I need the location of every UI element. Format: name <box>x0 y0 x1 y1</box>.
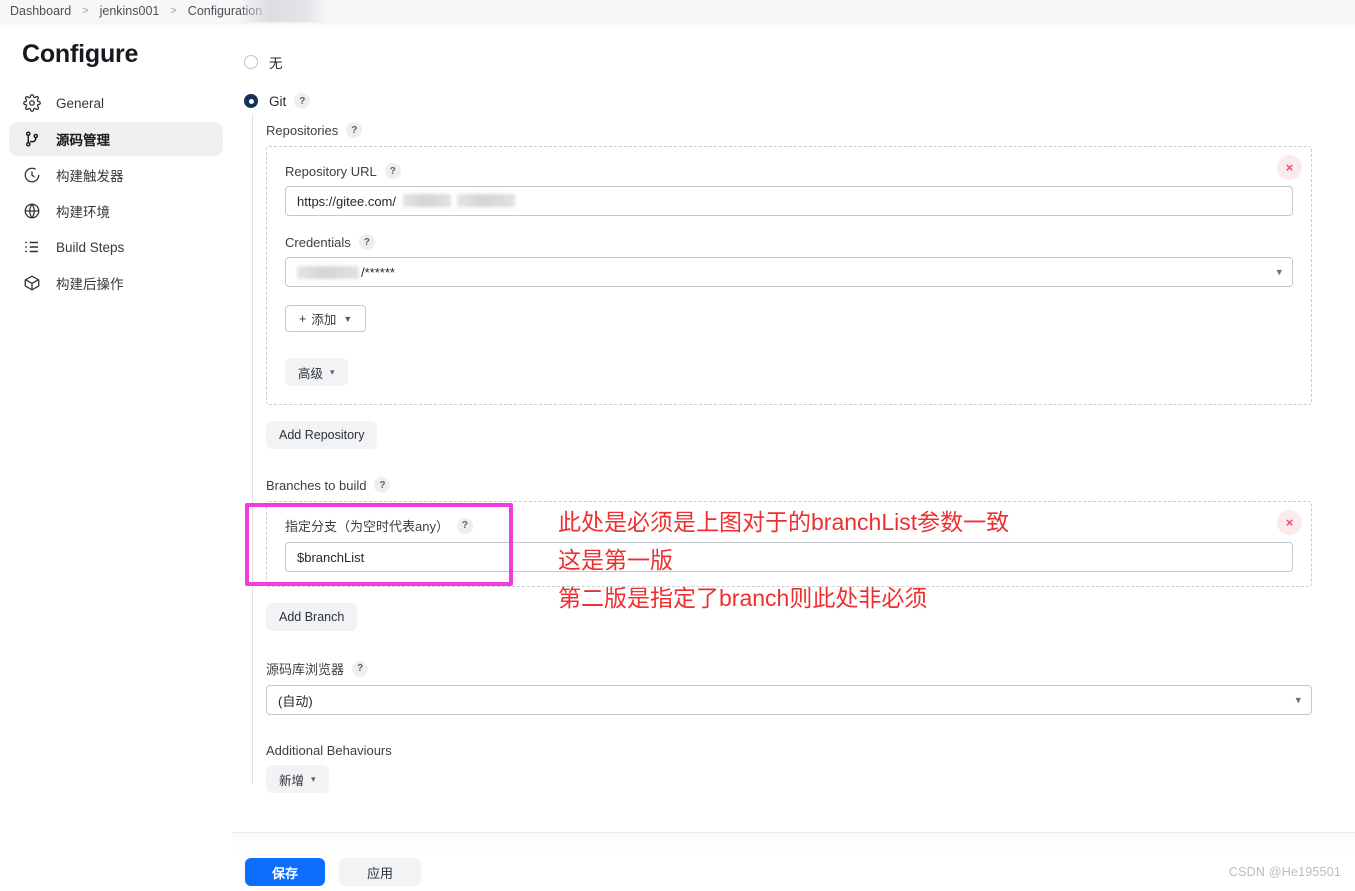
radio-none-icon[interactable] <box>244 55 258 69</box>
breadcrumb-redaction-blur <box>238 0 328 22</box>
sidebar-item-label: 构建环境 <box>56 205 110 220</box>
help-icon-repository-url[interactable]: ? <box>384 163 401 179</box>
credentials-redaction-blur <box>297 265 359 279</box>
page-title: Configure <box>22 40 139 68</box>
clock-icon <box>22 165 42 185</box>
help-icon-browser[interactable]: ? <box>352 660 369 677</box>
chevron-down-icon: ▾ <box>1295 694 1301 707</box>
watermark: CSDN @He195501 <box>1228 865 1341 879</box>
help-icon-branches[interactable]: ? <box>374 477 391 493</box>
breadcrumb-separator: > <box>170 5 177 17</box>
branches-label-row: Branches to build ? <box>266 477 1355 493</box>
repository-url-redaction-blur <box>457 194 515 207</box>
sidebar-item-label: Build Steps <box>56 239 125 255</box>
sidebar-item-build-environment[interactable]: 构建环境 <box>9 194 223 228</box>
chevron-down-icon: ▾ <box>311 773 316 784</box>
radio-git-icon[interactable] <box>244 94 258 108</box>
apply-button[interactable]: 应用 <box>339 858 422 886</box>
git-branch-icon <box>22 129 42 149</box>
help-icon-credentials[interactable]: ? <box>358 234 375 250</box>
repository-panel: × Repository URL ? Credentials ? /******… <box>266 146 1312 405</box>
sidebar-item-post-build-actions[interactable]: 构建后操作 <box>9 266 223 300</box>
additional-behaviours-label: Additional Behaviours <box>266 743 392 758</box>
git-guide-rail <box>252 114 253 784</box>
chevron-down-icon: ▾ <box>330 366 335 377</box>
caret-down-icon: ▼ <box>343 313 353 324</box>
list-icon <box>22 237 42 257</box>
sidebar-item-build-steps[interactable]: Build Steps <box>9 230 223 264</box>
package-icon <box>22 273 42 293</box>
globe-icon <box>22 201 42 221</box>
sidebar-item-label: 构建触发器 <box>56 169 124 184</box>
repository-url-label: Repository URL <box>285 163 377 179</box>
sidebar: Configure General 源码管理 构建触发器 构建环境 Build … <box>0 26 232 891</box>
add-behaviour-button[interactable]: 新增 ▾ <box>266 765 329 793</box>
breadcrumb: Dashboard > jenkins001 > Configuration <box>0 0 1355 22</box>
git-config-block: Repositories ? × Repository URL ? Creden… <box>252 114 1355 793</box>
branch-name-label: 指定分支（为空时代表any） <box>285 519 449 534</box>
delete-repository-button[interactable]: × <box>1277 155 1302 180</box>
footer-actions: 保存 应用 <box>245 858 422 886</box>
scm-option-none-label: 无 <box>269 56 283 71</box>
sidebar-item-label: General <box>56 95 105 111</box>
scm-option-git-label: Git <box>269 93 287 109</box>
chevron-down-icon: ▾ <box>1276 266 1282 279</box>
breadcrumb-item-job[interactable]: jenkins001 <box>100 4 160 18</box>
help-icon-git[interactable]: ? <box>294 93 311 109</box>
annotation-text-group: 此处是必须是上图对于的branchList参数一致 这是第一版 第二版是指定了b… <box>558 503 1009 617</box>
annotation-line: 此处是必须是上图对于的branchList参数一致 <box>558 509 1010 535</box>
help-icon-repositories[interactable]: ? <box>346 122 363 138</box>
sidebar-item-build-triggers[interactable]: 构建触发器 <box>9 158 223 192</box>
help-icon-branch-name[interactable]: ? <box>456 517 473 534</box>
add-credentials-label: 添加 <box>311 313 337 327</box>
branches-to-build-label: Branches to build <box>266 477 367 493</box>
footer-shade <box>232 833 1355 853</box>
repository-url-label-row: Repository URL ? <box>285 163 1293 179</box>
plus-icon: + <box>299 311 307 326</box>
sidebar-item-scm[interactable]: 源码管理 <box>9 122 223 156</box>
breadcrumb-item-dashboard[interactable]: Dashboard <box>10 4 71 18</box>
sidebar-item-general[interactable]: General <box>9 86 223 120</box>
repositories-label: Repositories <box>266 122 339 138</box>
repository-browser-select[interactable]: (自动) ▾ <box>266 685 1312 715</box>
repository-browser-value: (自动) <box>278 693 313 709</box>
annotation-line: 第二版是指定了branch则此处非必须 <box>558 585 928 611</box>
scm-option-git[interactable]: Git ? <box>232 88 1355 114</box>
main-content: 无 Git ? Repositories ? × Repository URL … <box>232 26 1355 891</box>
delete-branch-button[interactable]: × <box>1277 510 1302 535</box>
credentials-select[interactable]: /****** ▾ <box>285 257 1293 287</box>
add-credentials-button[interactable]: + 添加 ▼ <box>285 305 367 332</box>
add-branch-button[interactable]: Add Branch <box>266 603 358 631</box>
credentials-label-row: Credentials ? <box>285 234 1293 250</box>
add-repository-button[interactable]: Add Repository <box>266 421 378 449</box>
credentials-label: Credentials <box>285 234 351 250</box>
repositories-label-row: Repositories ? <box>266 122 1355 138</box>
breadcrumb-separator: > <box>82 5 89 17</box>
advanced-label: 高级 <box>298 366 324 381</box>
sidebar-item-label: 构建后操作 <box>56 277 124 292</box>
annotation-line: 这是第一版 <box>558 547 673 573</box>
gear-icon <box>22 93 42 113</box>
add-behaviour-label: 新增 <box>279 773 305 788</box>
advanced-button[interactable]: 高级 ▾ <box>285 358 348 386</box>
scm-option-none[interactable]: 无 <box>232 49 1355 75</box>
repository-browser-label: 源码库浏览器 <box>266 662 345 677</box>
repository-url-redaction-blur <box>403 194 451 207</box>
browser-label-row: 源码库浏览器 ? <box>266 659 1355 678</box>
credentials-value: /****** <box>361 264 395 280</box>
save-button[interactable]: 保存 <box>245 858 326 886</box>
sidebar-item-label: 源码管理 <box>56 133 110 148</box>
